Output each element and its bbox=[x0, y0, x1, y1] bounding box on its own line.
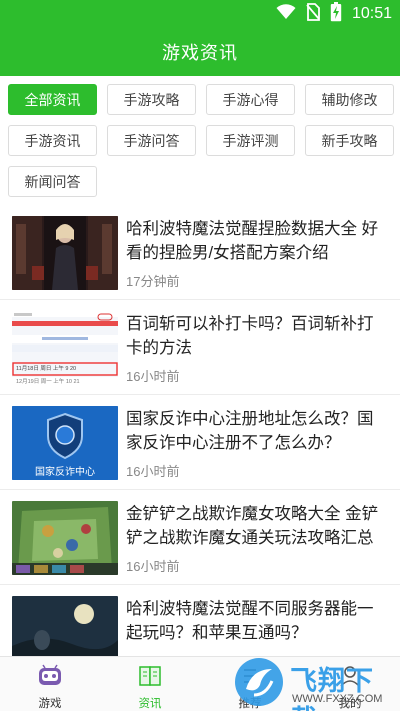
tag-mods[interactable]: 辅助修改 bbox=[305, 84, 394, 115]
article-item[interactable]: 金铲铲之战欺诈魔女攻略大全 金铲铲之战欺诈魔女通关玩法攻略汇总 16小时前 bbox=[0, 490, 400, 585]
app-header: 游戏资讯 bbox=[0, 28, 400, 76]
category-tags: 全部资讯 手游攻略 手游心得 辅助修改 手游资讯 手游问答 手游评测 新手攻略 … bbox=[8, 84, 394, 197]
article-time: 16小时前 bbox=[126, 464, 180, 479]
article-item[interactable]: 哈利波特魔法觉醒捏脸数据大全 好看的捏脸男/女搭配方案介绍 17分钟前 bbox=[0, 205, 400, 300]
no-sim-icon bbox=[306, 2, 320, 26]
article-list: 哈利波特魔法觉醒捏脸数据大全 好看的捏脸男/女搭配方案介绍 17分钟前 11月1… bbox=[0, 205, 400, 680]
article-title: 国家反诈中心注册地址怎么改？国家反诈中心注册不了怎么办？ bbox=[126, 410, 374, 452]
tag-game-guides[interactable]: 手游攻略 bbox=[107, 84, 196, 115]
status-icons: 10:51 bbox=[276, 1, 392, 27]
article-thumbnail: 11月18日 周日 上午 9 20 12月19日 周一 上午 10 21 bbox=[12, 311, 118, 385]
wifi-icon bbox=[276, 3, 296, 25]
thumb-row-2: 12月19日 周一 上午 10 21 bbox=[16, 379, 80, 385]
article-time: 17分钟前 bbox=[126, 274, 180, 289]
tag-beginner-guides[interactable]: 新手攻略 bbox=[305, 125, 394, 156]
article-item[interactable]: 国家反诈中心 国家反诈中心注册地址怎么改？国家反诈中心注册不了怎么办？ 16小时… bbox=[0, 395, 400, 490]
article-time: 16小时前 bbox=[126, 369, 180, 384]
article-thumbnail bbox=[12, 501, 118, 575]
article-title: 百词斩可以补打卡吗？百词斩补打卡的方法 bbox=[126, 315, 374, 357]
tag-news-qa[interactable]: 新闻问答 bbox=[8, 166, 97, 197]
watermark-url: WWW.FXXZ.COM bbox=[292, 693, 383, 705]
site-watermark: 飞翔下载 WWW.FXXZ.COM bbox=[232, 655, 396, 711]
status-time: 10:51 bbox=[351, 5, 392, 22]
article-title: 金铲铲之战欺诈魔女攻略大全 金铲铲之战欺诈魔女通关玩法攻略汇总 bbox=[126, 505, 379, 547]
watermark-logo-icon bbox=[235, 658, 283, 706]
page-title: 游戏资讯 bbox=[162, 43, 238, 63]
status-bar: 10:51 bbox=[0, 0, 400, 28]
article-time: 16小时前 bbox=[126, 559, 180, 574]
article-title: 哈利波特魔法觉醒不同服务器能一起玩吗？和苹果互通吗？ bbox=[126, 600, 374, 642]
tab-games[interactable]: 游戏 bbox=[0, 657, 100, 711]
tag-all-news[interactable]: 全部资讯 bbox=[8, 84, 97, 115]
article-thumbnail bbox=[12, 216, 118, 290]
article-item[interactable]: 11月18日 周日 上午 9 20 12月19日 周一 上午 10 21 百词斩… bbox=[0, 300, 400, 395]
news-icon bbox=[137, 664, 163, 693]
tag-game-qa[interactable]: 手游问答 bbox=[107, 125, 196, 156]
article-thumbnail: 国家反诈中心 bbox=[12, 406, 118, 480]
tag-game-tips[interactable]: 手游心得 bbox=[206, 84, 295, 115]
tab-news[interactable]: 资讯 bbox=[100, 657, 200, 711]
gamepad-icon bbox=[37, 664, 63, 693]
tab-label: 资讯 bbox=[138, 698, 162, 710]
tag-game-reviews[interactable]: 手游评测 bbox=[206, 125, 295, 156]
thumb-caption: 国家反诈中心 bbox=[35, 467, 95, 478]
battery-charging-icon bbox=[330, 1, 342, 27]
tag-game-news[interactable]: 手游资讯 bbox=[8, 125, 97, 156]
thumb-row-1: 11月18日 周日 上午 9 20 bbox=[16, 366, 77, 372]
article-title: 哈利波特魔法觉醒捏脸数据大全 好看的捏脸男/女搭配方案介绍 bbox=[126, 220, 379, 262]
tab-label: 游戏 bbox=[38, 698, 62, 710]
